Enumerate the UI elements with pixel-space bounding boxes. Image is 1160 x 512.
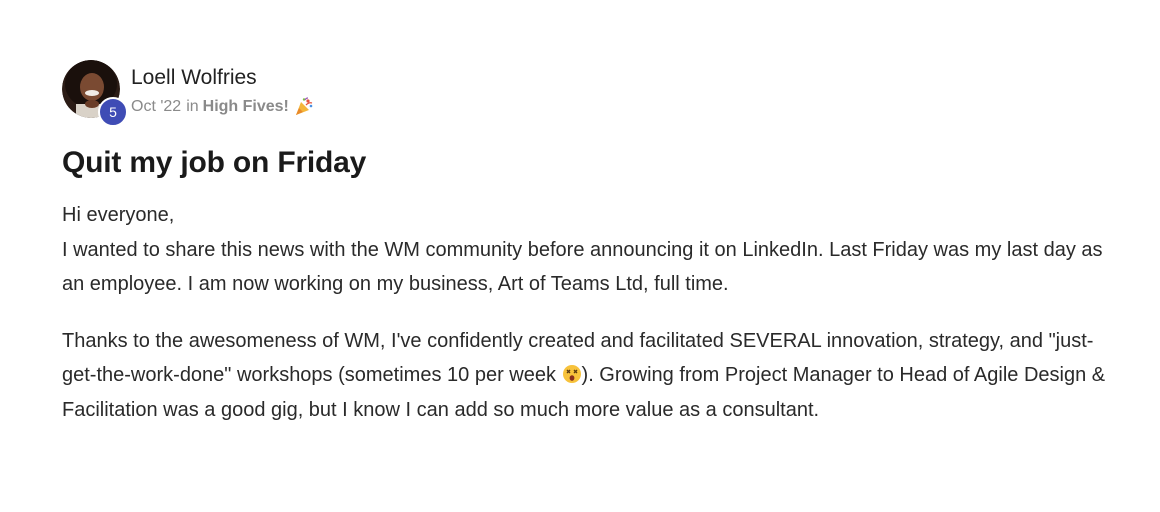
paragraph-2: Thanks to the awesomeness of WM, I've co… [62, 324, 1122, 428]
level-badge: 5 [98, 97, 128, 127]
category-link[interactable]: High Fives! [203, 96, 289, 118]
post-meta: Loell Wolfries Oct '22 in High Fives! [131, 60, 314, 118]
post-header: 5 Loell Wolfries Oct '22 in High Fives! [62, 60, 1122, 127]
party-popper-icon [295, 97, 313, 115]
forum-post: 5 Loell Wolfries Oct '22 in High Fives! [62, 60, 1122, 427]
dizzy-face-emoji-icon [562, 365, 581, 383]
author-name[interactable]: Loell Wolfries [131, 64, 314, 92]
post-title: Quit my job on Friday [62, 146, 367, 179]
author-avatar-container[interactable]: 5 [62, 60, 128, 127]
post-date[interactable]: Oct '22 [131, 96, 181, 118]
post-subline: Oct '22 in High Fives! [131, 96, 314, 118]
paragraph-1: I wanted to share this news with the WM … [62, 238, 1103, 296]
in-label: in [186, 98, 199, 115]
post-body: Hi everyone, I wanted to share this news… [62, 198, 1122, 427]
greeting-text: Hi everyone, [62, 204, 175, 226]
